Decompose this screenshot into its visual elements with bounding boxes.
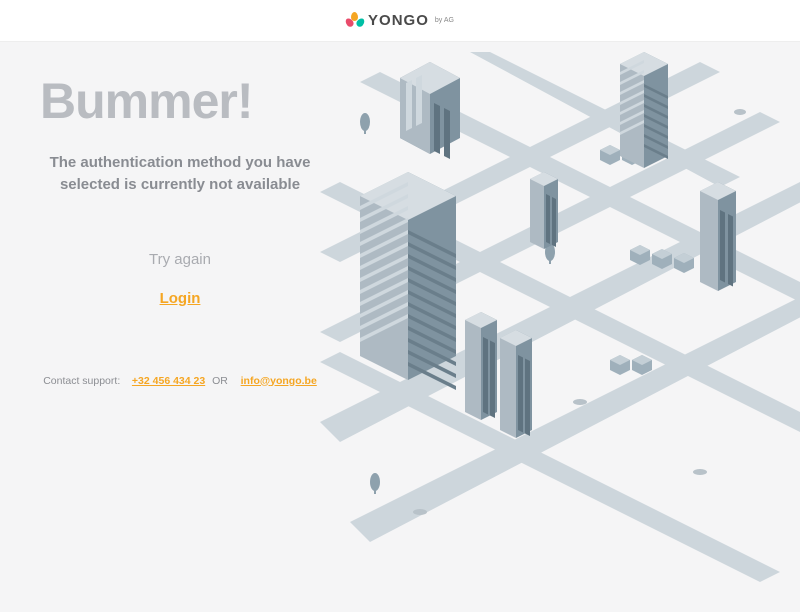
- logo-text: YONGO: [368, 12, 429, 29]
- logo-byline: by AG: [435, 17, 454, 24]
- support-line: Contact support: +32 456 434 23 OR info@…: [40, 375, 320, 387]
- main: Bummer! The authentication method you ha…: [0, 42, 800, 600]
- city-illustration: [320, 52, 800, 612]
- try-again-label: Try again: [40, 251, 320, 268]
- login-link[interactable]: Login: [40, 290, 320, 307]
- logo-icon: [346, 12, 364, 30]
- error-panel: Bummer! The authentication method you ha…: [0, 42, 340, 600]
- support-prefix: Contact support:: [43, 375, 120, 387]
- support-or: OR: [212, 375, 228, 387]
- support-phone-link[interactable]: +32 456 434 23: [132, 375, 205, 387]
- support-email-link[interactable]: info@yongo.be: [241, 375, 317, 387]
- error-subtitle: The authentication method you have selec…: [40, 152, 320, 196]
- illustration-panel: [340, 42, 800, 600]
- logo: YONGO by AG: [346, 12, 454, 30]
- header: YONGO by AG: [0, 0, 800, 42]
- error-title: Bummer!: [40, 72, 320, 130]
